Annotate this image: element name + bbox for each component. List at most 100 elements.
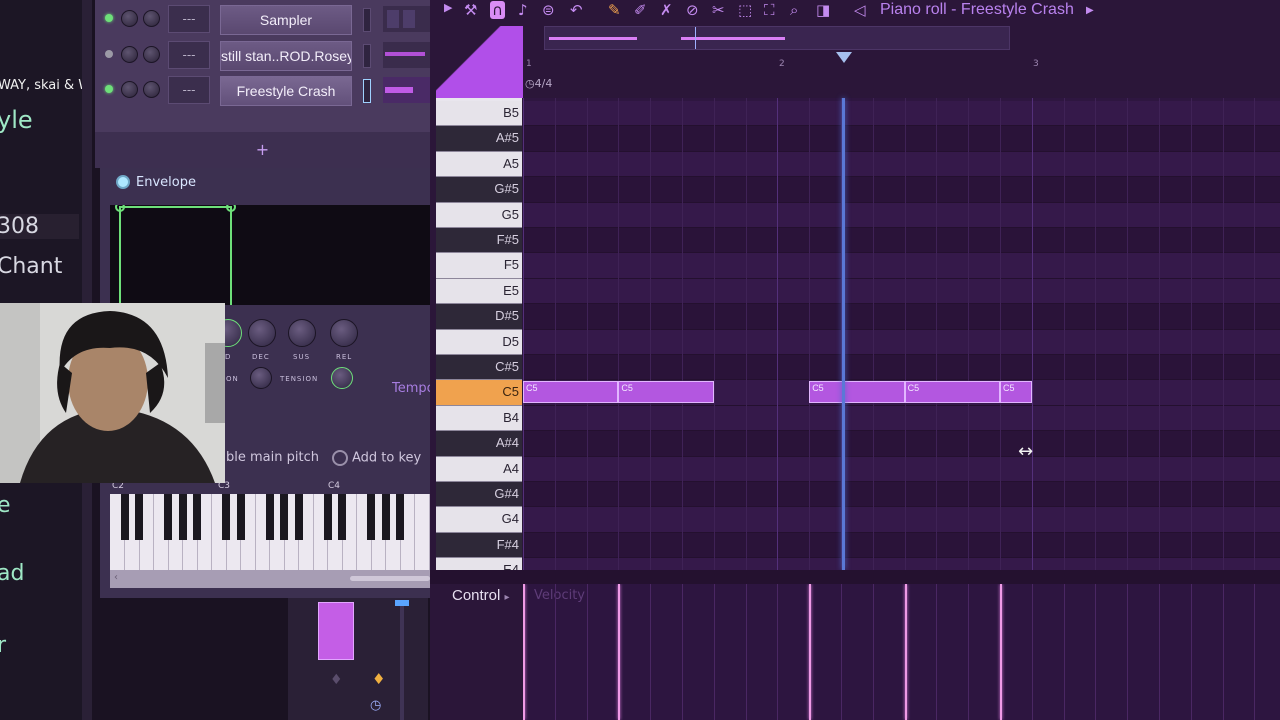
- step-preview[interactable]: [383, 6, 430, 32]
- channel-select-bar[interactable]: [363, 44, 371, 68]
- keyboard-white-key[interactable]: [415, 494, 430, 570]
- piano-key-b4[interactable]: B4: [436, 405, 522, 432]
- mixer-track-slot[interactable]: ---: [168, 76, 210, 104]
- grid-row[interactable]: [523, 507, 1280, 533]
- undo-icon[interactable]: ↶: [570, 1, 583, 19]
- scroll-left-icon[interactable]: ‹: [114, 572, 118, 583]
- piano-key-asharp5[interactable]: A#5: [436, 126, 522, 152]
- velocity-bar[interactable]: [1000, 584, 1002, 720]
- piano-key-csharp5[interactable]: C#5: [436, 355, 522, 381]
- pattern-preview[interactable]: [383, 42, 430, 68]
- keyboard-black-key[interactable]: [367, 494, 375, 540]
- grid-row[interactable]: [523, 177, 1280, 203]
- piano-keys[interactable]: B5 A#5 A5 G#5 G5 F#5 F5 E5 D#5 D5 C#5 C5 B4 A#4 A4 G#4 G…: [436, 98, 522, 570]
- note-block[interactable]: C5: [1000, 381, 1032, 404]
- pan-knob[interactable]: [121, 10, 138, 27]
- grid-row[interactable]: [523, 101, 1280, 127]
- envelope-graph[interactable]: [110, 205, 430, 305]
- lock-icon[interactable]: ♦: [372, 670, 385, 688]
- grid-row[interactable]: [523, 278, 1280, 305]
- piano-key-d5[interactable]: D5: [436, 329, 522, 355]
- volume-knob[interactable]: [143, 46, 160, 63]
- velocity-bar[interactable]: [523, 584, 525, 720]
- grid-row[interactable]: [523, 558, 1280, 570]
- browser-item[interactable]: r: [0, 633, 6, 658]
- keyboard-black-key[interactable]: [178, 494, 187, 540]
- mixer-track-slot[interactable]: ---: [168, 5, 210, 33]
- wrench-icon[interactable]: ⚒: [464, 1, 477, 19]
- pattern-overview[interactable]: [544, 26, 1010, 50]
- time-signature[interactable]: ◷4/4: [525, 77, 552, 90]
- grid-row[interactable]: [523, 329, 1280, 355]
- link-icon[interactable]: ♦: [330, 672, 343, 688]
- envelope-radio[interactable]: [116, 174, 130, 189]
- decay-knob[interactable]: [248, 319, 276, 347]
- grid-row[interactable]: [523, 228, 1280, 254]
- keyboard-black-key[interactable]: [338, 494, 346, 540]
- piano-key-g4[interactable]: G4: [436, 507, 522, 533]
- keyboard-black-key[interactable]: [164, 494, 172, 540]
- note-icon[interactable]: ♪: [518, 1, 528, 19]
- speaker-icon[interactable]: ◁: [854, 1, 866, 19]
- browser-item[interactable]: ad: [0, 561, 24, 586]
- piano-key-b5[interactable]: B5: [436, 101, 522, 127]
- volume-knob[interactable]: [143, 10, 160, 27]
- grid-row[interactable]: [523, 253, 1280, 279]
- velocity-bar[interactable]: [618, 584, 621, 720]
- piano-key-e5[interactable]: E5: [436, 278, 522, 305]
- keyboard-black-key[interactable]: [294, 494, 303, 540]
- scroll-thumb[interactable]: [350, 576, 430, 581]
- grid-row[interactable]: [523, 304, 1280, 330]
- volume-knob[interactable]: [143, 81, 160, 98]
- fullscreen-icon[interactable]: ⛶: [764, 1, 775, 19]
- grid-row[interactable]: [523, 405, 1280, 432]
- fader-track[interactable]: [400, 600, 404, 720]
- mute-icon[interactable]: ⊘: [686, 1, 699, 19]
- browser-item[interactable]: yle: [0, 106, 33, 134]
- piano-key-a5[interactable]: A5: [436, 151, 522, 178]
- release-knob[interactable]: [330, 319, 358, 347]
- grid-row[interactable]: [523, 355, 1280, 381]
- pencil-icon[interactable]: ✎: [608, 1, 621, 19]
- channel-select-bar[interactable]: [363, 8, 371, 32]
- piano-key-c5[interactable]: C5: [436, 380, 522, 406]
- note-block[interactable]: C5: [809, 381, 905, 404]
- piano-roll-title[interactable]: Piano roll - Freestyle Crash: [880, 1, 1074, 19]
- velocity-lane[interactable]: Velocity: [523, 584, 1280, 720]
- keyboard-black-key[interactable]: [135, 494, 143, 540]
- grid-row[interactable]: [523, 151, 1280, 178]
- note-block[interactable]: C5: [618, 381, 714, 404]
- browser-item[interactable]: 308: [0, 214, 79, 239]
- channel-led[interactable]: [105, 50, 113, 58]
- piano-key-gsharp5[interactable]: G#5: [436, 177, 522, 203]
- note-block[interactable]: C5: [904, 381, 1000, 404]
- paint-icon[interactable]: ✐: [634, 1, 647, 19]
- keyboard-black-key[interactable]: [323, 494, 332, 540]
- grid-row[interactable]: [523, 126, 1280, 152]
- playhead-marker[interactable]: [836, 52, 852, 63]
- pattern-preview[interactable]: [383, 77, 430, 103]
- keyboard-black-key[interactable]: [381, 494, 390, 540]
- add-to-key-radio[interactable]: [332, 450, 348, 466]
- menu-arrow-icon[interactable]: ▶: [444, 1, 452, 14]
- note-block[interactable]: C5: [523, 381, 619, 404]
- keyboard-black-key[interactable]: [280, 494, 288, 540]
- grid-row[interactable]: [523, 482, 1280, 508]
- note-grid[interactable]: C5 C5 C5 C5 C5: [523, 98, 1280, 570]
- slice-icon[interactable]: ✂: [712, 1, 725, 19]
- browser-item[interactable]: e: [0, 493, 11, 518]
- keyboard-scrollbar[interactable]: ‹: [110, 570, 430, 588]
- grid-row[interactable]: [523, 456, 1280, 482]
- add-channel-button[interactable]: +: [95, 132, 430, 168]
- magnet-icon[interactable]: ∩: [490, 1, 505, 19]
- keyboard-keys[interactable]: [110, 494, 430, 570]
- keyboard-black-key[interactable]: [222, 494, 230, 540]
- piano-key-e4[interactable]: E4: [436, 558, 522, 570]
- keyboard-editor[interactable]: C2 C3 C4 ‹: [110, 480, 430, 588]
- velocity-bar[interactable]: [904, 584, 907, 720]
- channel-select-bar[interactable]: [363, 79, 371, 103]
- delete-icon[interactable]: ✗: [660, 1, 673, 19]
- clock-icon[interactable]: ◷: [370, 698, 381, 713]
- mixer-track-slot[interactable]: ---: [168, 41, 210, 69]
- channel-name-button[interactable]: still stan..ROD.Roseyy: [220, 41, 352, 71]
